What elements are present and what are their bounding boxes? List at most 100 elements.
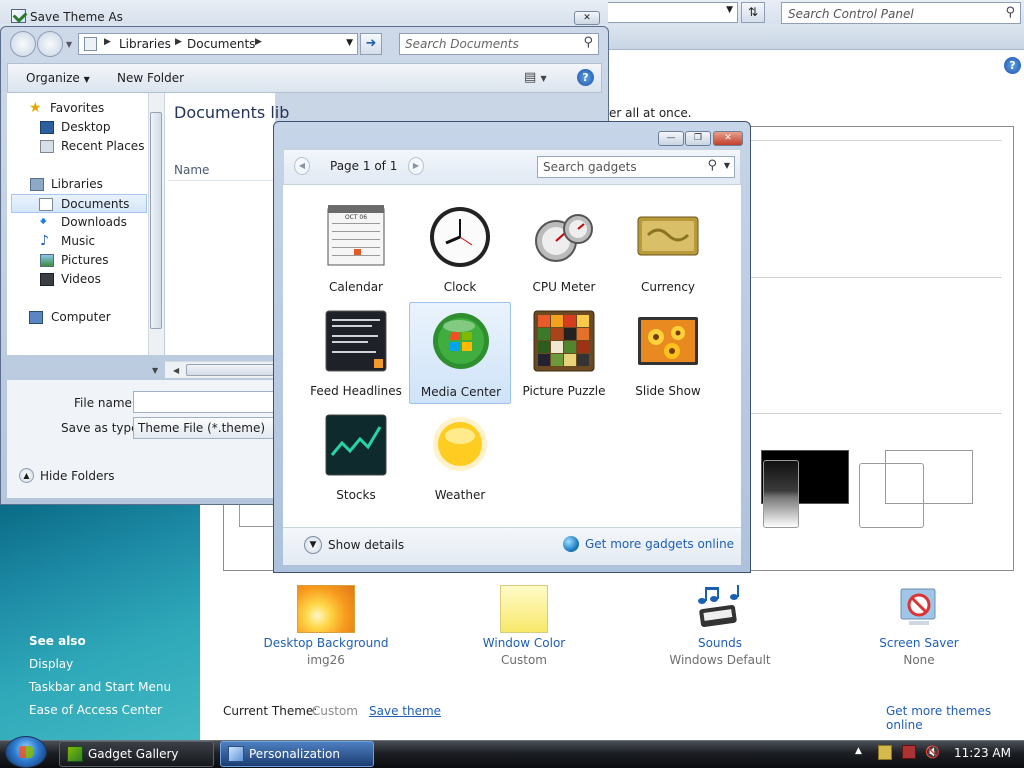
breadcrumb-separator-icon[interactable]: ▶ xyxy=(175,37,182,47)
see-also-heading: See also xyxy=(29,634,86,648)
horizontal-scrollbar-thumb[interactable] xyxy=(186,364,276,376)
gadget-slide-show[interactable]: Slide Show xyxy=(618,307,718,407)
gadget-picture-puzzle[interactable]: Picture Puzzle xyxy=(514,307,614,407)
nav-documents[interactable]: Documents xyxy=(11,194,147,213)
show-details-button[interactable]: Show details xyxy=(328,538,404,552)
setting-label[interactable]: Window Color xyxy=(449,636,599,653)
clock[interactable]: 11:23 AM xyxy=(954,746,1011,760)
gadget-feed-headlines[interactable]: Feed Headlines xyxy=(306,307,406,407)
sounds-setting[interactable]: Sounds Windows Default xyxy=(645,585,795,667)
screen-saver-setting[interactable]: Screen Saver None xyxy=(844,585,994,667)
breadcrumb-libraries[interactable]: Libraries xyxy=(119,37,171,51)
volume-muted-icon[interactable]: 🔇 xyxy=(925,745,940,759)
previous-page-button[interactable]: ◀ xyxy=(294,157,310,175)
setting-label[interactable]: Sounds xyxy=(645,636,795,653)
views-button[interactable]: ▤ ▼ xyxy=(524,70,547,85)
gadget-calendar[interactable]: OCT 06 Calendar xyxy=(306,203,406,303)
breadcrumb-separator-icon[interactable]: ▶ xyxy=(104,37,111,47)
close-button[interactable]: ✕ xyxy=(574,11,600,25)
get-more-themes-link[interactable]: Get more themes online xyxy=(886,704,1024,732)
gadget-cpu-meter[interactable]: CPU Meter xyxy=(514,203,614,303)
window-color-setting[interactable]: Window Color Custom xyxy=(449,585,599,667)
gadget-stocks[interactable]: Stocks xyxy=(306,411,406,511)
show-hidden-icons-icon[interactable]: ▲ xyxy=(855,746,862,756)
sidebar-link-ease-of-access[interactable]: Ease of Access Center xyxy=(29,703,162,717)
column-header-name[interactable]: Name xyxy=(174,163,209,177)
taskbar-button-gadget-gallery[interactable]: Gadget Gallery xyxy=(59,741,214,767)
address-dropdown[interactable]: ▼ xyxy=(608,2,738,23)
file-name-field[interactable] xyxy=(133,391,278,413)
organize-menu-button[interactable]: Organize ▼ xyxy=(26,71,90,85)
security-icon[interactable] xyxy=(878,745,892,760)
save-theme-link[interactable]: Save theme xyxy=(369,704,441,718)
address-bar[interactable]: ▶ Libraries ▶ Documents ▶ ▼ xyxy=(78,33,358,55)
feed-headlines-icon xyxy=(325,310,387,372)
search-input[interactable]: Search Control Panel ⚲ xyxy=(781,2,1021,24)
screen-saver-icon xyxy=(895,585,943,633)
setting-label[interactable]: Screen Saver xyxy=(844,636,994,653)
save-as-type-select[interactable]: Theme File (*.theme) xyxy=(133,417,278,439)
sidebar-link-display[interactable]: Display xyxy=(29,657,73,671)
nav-label: Libraries xyxy=(51,177,103,191)
gadget-label: Slide Show xyxy=(635,384,701,398)
clock-icon xyxy=(430,207,490,267)
gadget-currency[interactable]: Currency xyxy=(618,203,718,303)
start-button[interactable] xyxy=(5,736,47,768)
chevron-down-icon[interactable]: ▼ xyxy=(724,161,730,170)
gadget-label: Stocks xyxy=(336,488,376,502)
chevron-up-icon[interactable]: ▲ xyxy=(19,468,34,483)
network-icon[interactable] xyxy=(902,745,916,759)
minimize-button[interactable]: — xyxy=(658,131,684,146)
search-icon[interactable]: ⚲ xyxy=(1005,5,1015,20)
back-button[interactable] xyxy=(10,31,36,57)
refresh-button[interactable]: ⇅ xyxy=(741,2,765,23)
setting-label[interactable]: Desktop Background xyxy=(251,636,401,653)
organize-label: Organize xyxy=(26,71,80,85)
hide-folders-button[interactable]: Hide Folders xyxy=(40,469,115,483)
nav-label: Favorites xyxy=(50,101,105,115)
go-arrow-button[interactable]: ➜ xyxy=(360,33,382,55)
nav-scrollbar-thumb[interactable] xyxy=(150,112,162,329)
gadget-label: Media Center xyxy=(420,385,502,399)
gadget-media-center[interactable]: Media Center xyxy=(409,302,511,404)
pictures-icon xyxy=(40,254,54,267)
chevron-down-icon[interactable]: ▼ xyxy=(346,38,353,48)
search-icon[interactable]: ⚲ xyxy=(707,158,717,173)
help-icon[interactable]: ? xyxy=(1004,57,1021,74)
chevron-down-icon[interactable]: ▼ xyxy=(304,536,322,554)
setting-value: Custom xyxy=(501,653,547,667)
nav-label: Desktop xyxy=(61,120,111,134)
scroll-down-icon[interactable]: ▼ xyxy=(152,366,158,375)
breadcrumb-separator-icon[interactable]: ▶ xyxy=(255,37,262,47)
globe-icon xyxy=(563,536,579,552)
search-input[interactable]: Search Documents ⚲ xyxy=(399,33,599,55)
nav-label: Videos xyxy=(61,272,101,286)
search-gadgets-input[interactable]: Search gadgets ⚲ ▼ xyxy=(537,156,735,178)
desktop-background-thumbnail xyxy=(297,585,355,633)
nav-computer[interactable]: Computer xyxy=(25,308,165,327)
chevron-down-icon: ▼ xyxy=(726,5,733,15)
setting-value: None xyxy=(903,653,935,667)
next-page-button[interactable]: ▶ xyxy=(408,157,424,175)
sidebar-link-taskbar[interactable]: Taskbar and Start Menu xyxy=(29,680,171,694)
gadget-clock[interactable]: Clock xyxy=(410,203,510,303)
nav-favorites[interactable]: ★ Favorites xyxy=(25,99,165,118)
history-dropdown-icon[interactable]: ▼ xyxy=(66,40,72,49)
forward-button[interactable] xyxy=(37,31,63,57)
breadcrumb-documents[interactable]: Documents xyxy=(187,37,255,51)
maximize-button[interactable]: ❐ xyxy=(685,131,711,146)
save-as-type-label: Save as type: xyxy=(61,421,143,435)
desktop-background-setting[interactable]: Desktop Background img26 xyxy=(251,585,401,667)
folder-icon xyxy=(84,37,97,51)
download-arrow-icon: 🠻 xyxy=(39,214,48,230)
help-icon[interactable]: ? xyxy=(577,69,594,86)
close-button[interactable]: ✕ xyxy=(713,131,743,146)
gadget-weather[interactable]: Weather xyxy=(410,411,510,511)
nav-label: Music xyxy=(61,234,96,248)
get-more-gadgets-link[interactable]: Get more gadgets online xyxy=(585,537,734,551)
new-folder-button[interactable]: New Folder xyxy=(117,71,184,85)
nav-libraries[interactable]: Libraries xyxy=(25,175,165,194)
search-icon[interactable]: ⚲ xyxy=(583,35,593,50)
scroll-left-icon[interactable]: ◀ xyxy=(173,366,179,375)
taskbar-button-personalization[interactable]: Personalization xyxy=(220,741,374,767)
